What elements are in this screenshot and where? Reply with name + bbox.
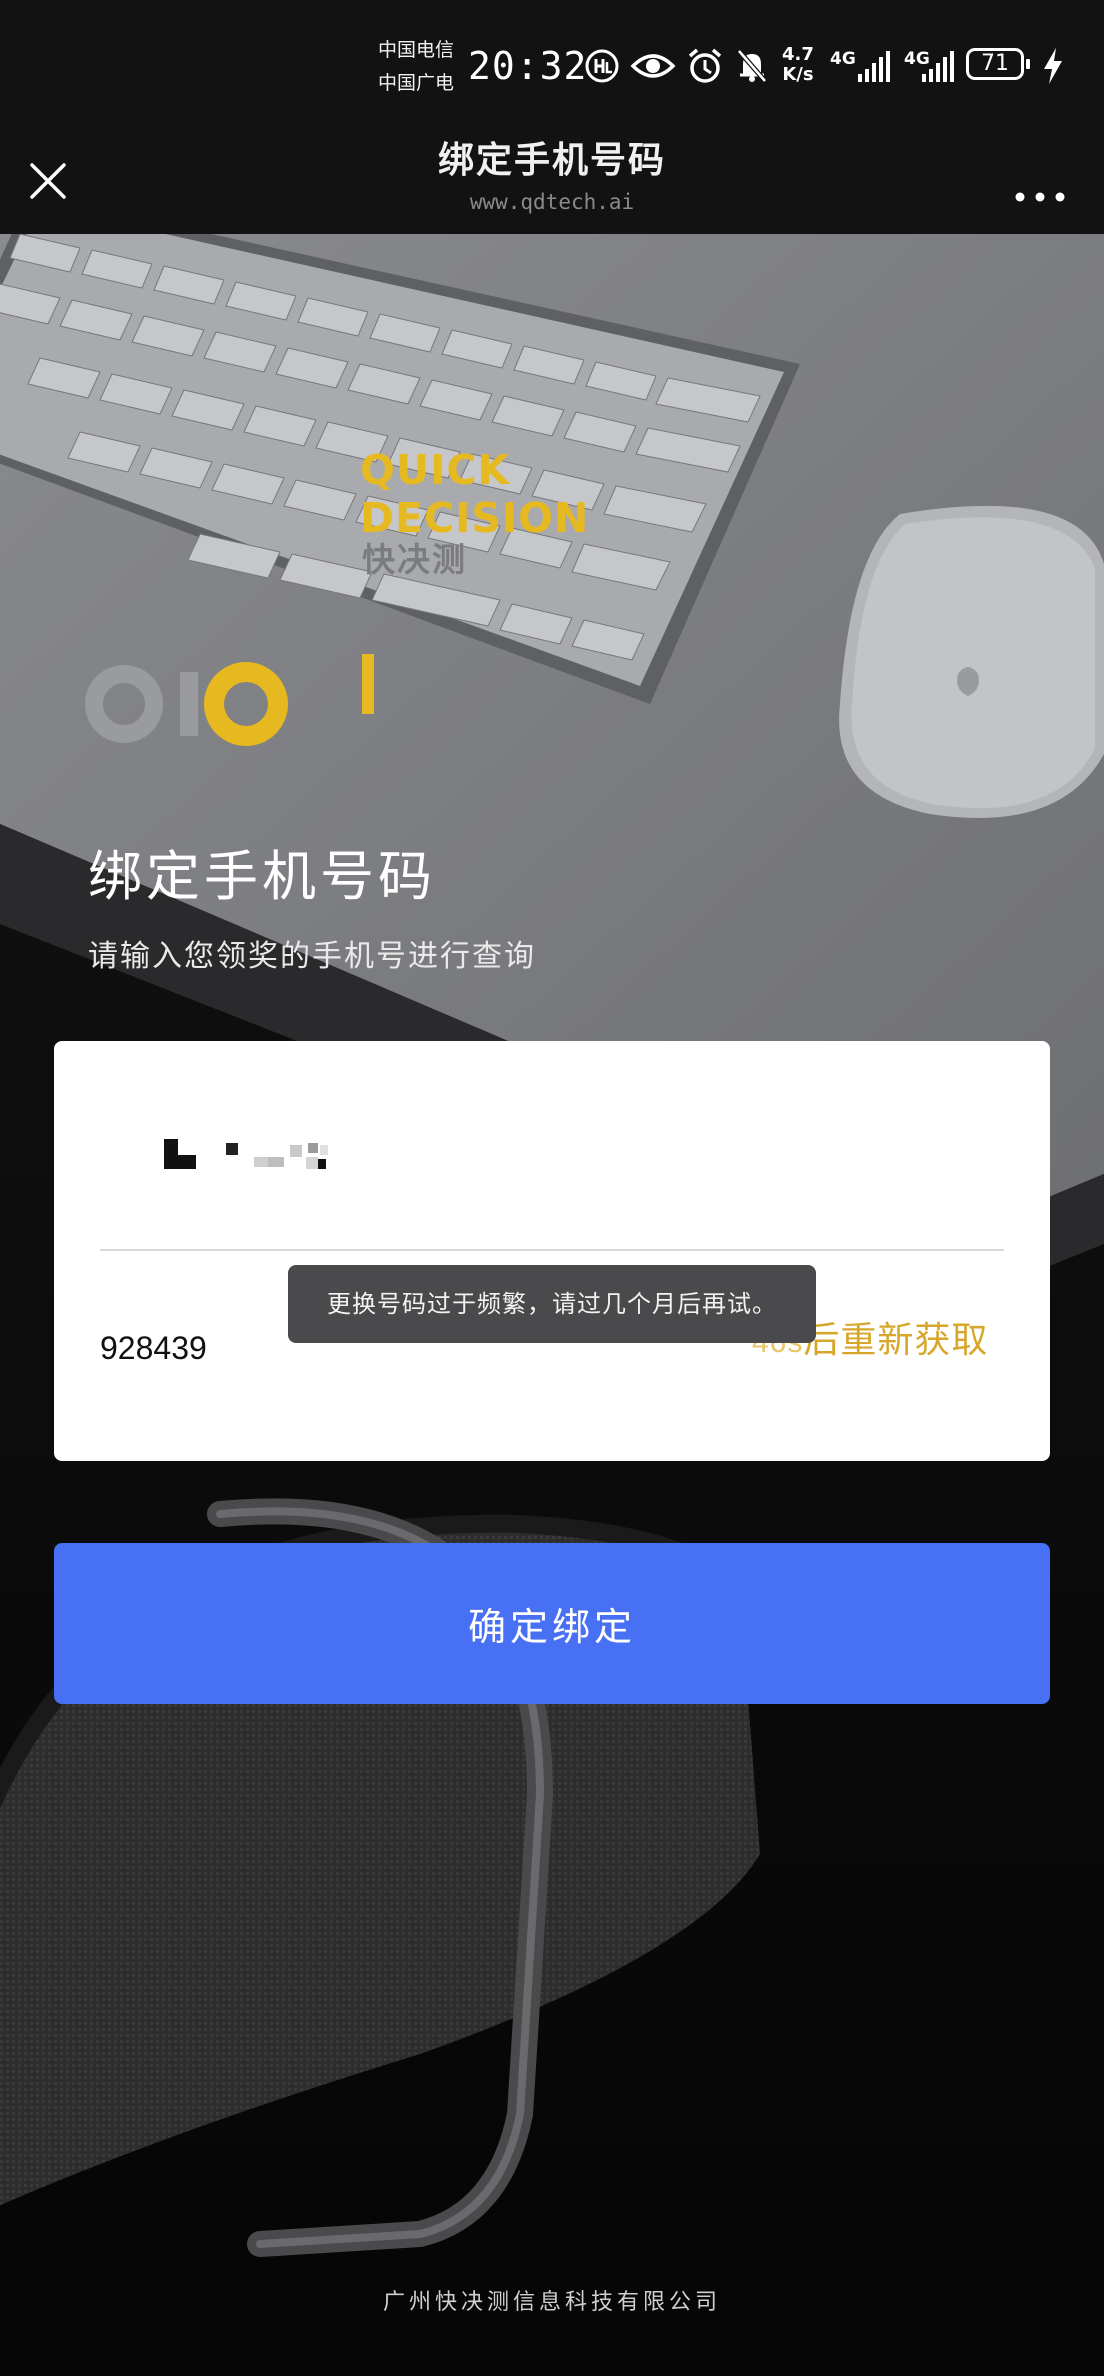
page-subtitle: 请输入您领奖的手机号进行查询 (88, 939, 536, 974)
charging-icon (1044, 48, 1062, 84)
status-bar: 中国电信 中国广电 20:32 4.7 K/s 4G 4G 71 (0, 0, 1104, 135)
battery-level: 71 (981, 51, 1009, 76)
mute-icon (737, 49, 767, 83)
signal-icon (922, 51, 954, 82)
resend-label: 后重新获取 (803, 1320, 989, 1361)
eye-icon (630, 54, 676, 78)
hero-area: QUICK DECISION 快决测 绑定手机号码 请输入您领奖的手机号进行查询… (0, 234, 1104, 2376)
signal-1-label: 4G (830, 49, 856, 69)
brand-logo (85, 654, 374, 746)
nav-title: 绑定手机号码 (437, 140, 666, 181)
more-icon[interactable] (1010, 157, 1070, 207)
net-speed: 4.7 K/s (782, 44, 814, 85)
signal-icon (858, 51, 890, 82)
nav-url: www.qdtech.ai (469, 190, 635, 214)
nav-bar: 绑定手机号码 www.qdtech.ai (0, 135, 1104, 234)
field-divider (100, 1249, 1004, 1251)
status-time: 20:32 (468, 44, 588, 88)
alarm-icon (688, 48, 722, 83)
brand-name-cn: 快决测 (362, 540, 467, 579)
error-toast: 更换号码过于频繁，请过几个月后再试。 (288, 1265, 816, 1343)
page-title: 绑定手机号码 (88, 845, 436, 908)
footer-company: 广州快决测信息科技有限公司 (382, 2290, 721, 2315)
mouse-image (839, 505, 1104, 818)
confirm-bind-button[interactable]: 确定绑定 (54, 1543, 1050, 1704)
carrier-labels: 中国电信 中国广电 (378, 34, 454, 100)
carrier-1: 中国电信 (378, 39, 455, 61)
battery-tip (1026, 59, 1030, 69)
bind-form-card: 46s后重新获取 (54, 1041, 1050, 1461)
carrier-2: 中国广电 (378, 72, 455, 94)
brand-name-en: QUICK DECISION (360, 446, 590, 542)
phone-field[interactable] (112, 1131, 332, 1181)
hd-voice-icon (585, 49, 619, 83)
battery-icon: 71 (966, 48, 1024, 80)
